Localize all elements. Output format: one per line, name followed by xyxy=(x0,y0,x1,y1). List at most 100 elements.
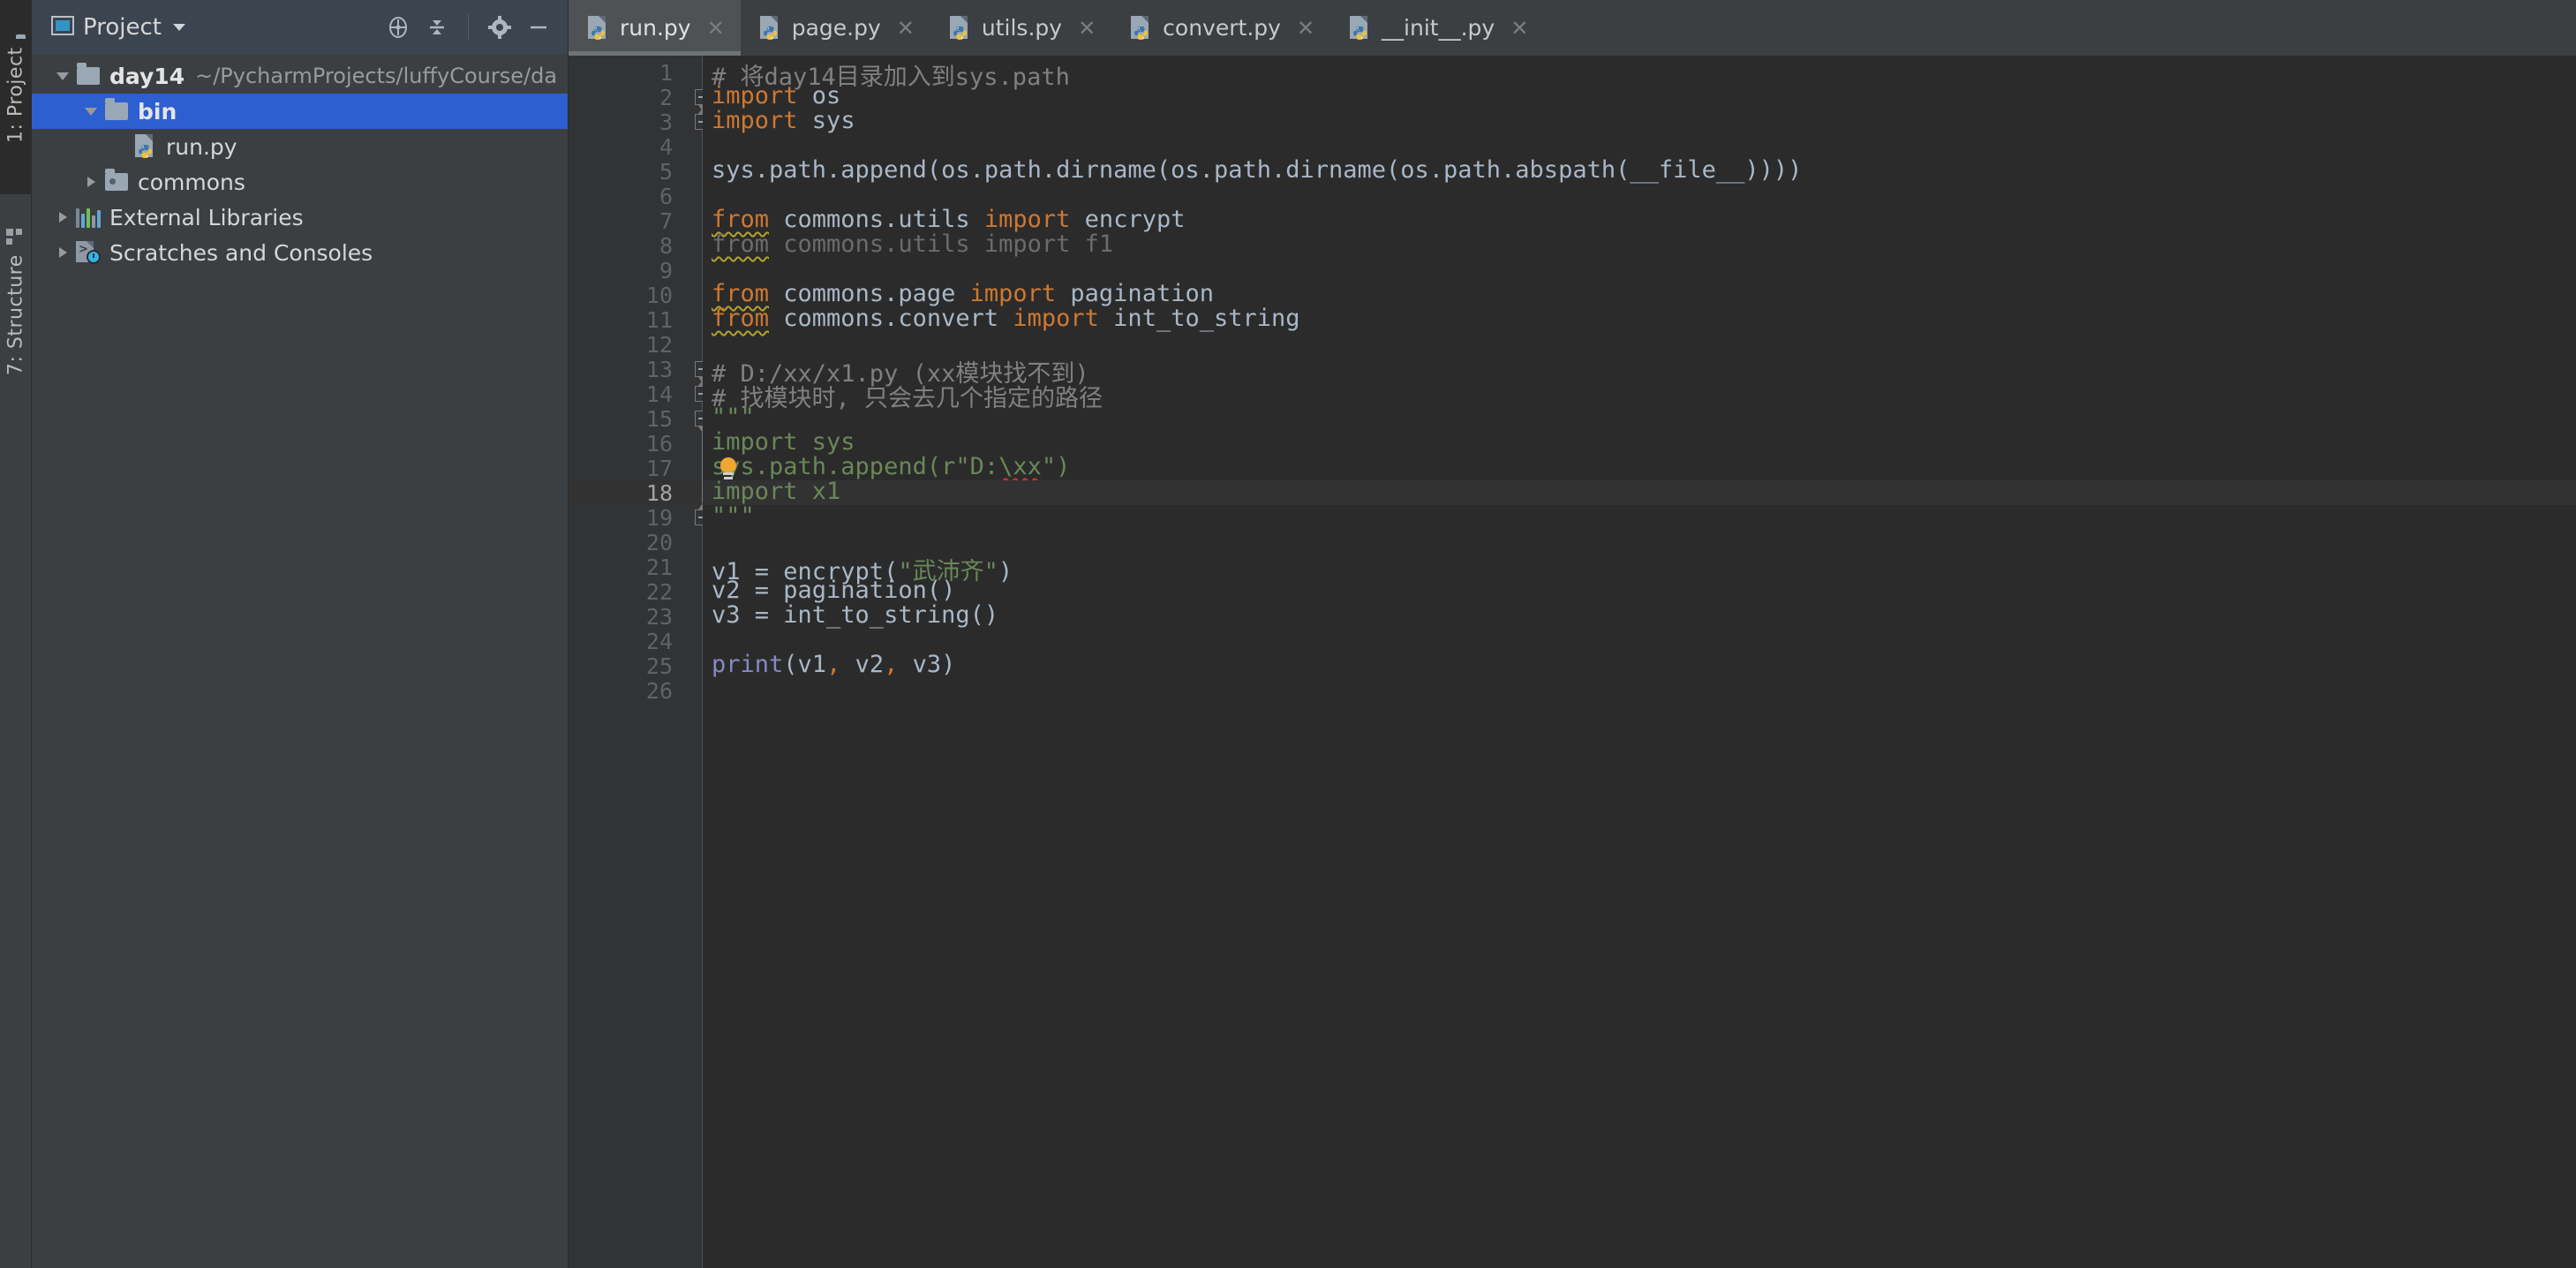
code-line[interactable]: """ xyxy=(703,505,2576,530)
editor-tab-run-py[interactable]: run.py✕ xyxy=(569,0,741,56)
python-file-icon xyxy=(758,16,781,41)
editor-area: run.py✕page.py✕utils.py✕convert.py✕__ini… xyxy=(569,0,2576,1268)
code-line[interactable]: v2 = pagination() xyxy=(703,579,2576,604)
editor-tab-label: utils.py xyxy=(982,15,1062,41)
code-line[interactable] xyxy=(703,134,2576,159)
code-line[interactable]: sys.path.append(r"D:\xx") xyxy=(703,456,2576,480)
locate-icon[interactable] xyxy=(383,12,413,42)
editor-tab-utils-py[interactable]: utils.py ✕ xyxy=(930,0,1111,56)
code-line[interactable]: v1 = encrypt("武沛齐") xyxy=(703,555,2576,579)
code-line[interactable] xyxy=(703,258,2576,283)
tool-window-button-structure-label: 7: Structure xyxy=(5,255,27,376)
project-panel-title: Project xyxy=(83,14,162,41)
line-number: 16 xyxy=(567,431,673,457)
project-tree[interactable]: day14~/PycharmProjects/luffyCourse/da bin… xyxy=(32,55,568,1268)
code-token: int_to_string xyxy=(1099,305,1300,332)
tool-window-button-project[interactable]: 1: Project xyxy=(0,0,32,194)
python-file-icon xyxy=(1348,16,1371,41)
code-token: \xx xyxy=(998,453,1042,480)
libraries-icon xyxy=(74,207,102,228)
code-token: from xyxy=(712,280,769,307)
code-token: """ xyxy=(712,502,755,530)
code-line[interactable] xyxy=(703,332,2576,357)
tree-item-day14[interactable]: day14~/PycharmProjects/luffyCourse/da xyxy=(32,58,568,94)
line-number: 5 xyxy=(567,159,673,185)
code-content[interactable]: # 将day14目录加入到sys.pathimport osimport sys… xyxy=(703,56,2576,1268)
chevron-down-icon[interactable] xyxy=(51,72,74,80)
line-number: 23 xyxy=(567,604,673,630)
line-number: 21 xyxy=(567,555,673,580)
chevron-right-icon[interactable] xyxy=(51,212,74,223)
python-file-icon xyxy=(1129,16,1152,41)
code-token: sys.path.append(os.path.dirname(os.path.… xyxy=(712,156,1802,184)
code-line[interactable]: from commons.convert import int_to_strin… xyxy=(703,307,2576,332)
close-icon[interactable]: ✕ xyxy=(1297,18,1314,39)
tree-item-bin[interactable]: bin xyxy=(32,94,568,129)
tree-item-label: bin xyxy=(138,99,177,125)
code-line[interactable]: from commons.utils import f1 xyxy=(703,233,2576,258)
code-token: commons.page xyxy=(769,280,970,307)
code-token: from xyxy=(712,305,769,332)
header-separator xyxy=(468,14,469,41)
folder-icon xyxy=(74,67,102,85)
tree-item-run-py[interactable]: run.py xyxy=(32,129,568,164)
editor-tab-page-py[interactable]: page.py✕ xyxy=(741,0,930,56)
line-number: 11 xyxy=(567,307,673,333)
close-icon[interactable]: ✕ xyxy=(707,18,725,39)
code-token: sys.path.append(r"D: xyxy=(712,453,998,480)
tree-item-label: Scratches and Consoles xyxy=(109,240,373,266)
code-line[interactable]: # D:/xx/x1.py (xx模块找不到) xyxy=(703,357,2576,381)
tree-item-commons[interactable]: commons xyxy=(32,164,568,200)
code-line[interactable] xyxy=(703,184,2576,208)
code-line[interactable]: from commons.utils import encrypt xyxy=(703,208,2576,233)
code-token: import x1 xyxy=(712,478,840,505)
editor-gutter[interactable]: 1234567891011121314151617181920212223242… xyxy=(569,56,703,1268)
code-line[interactable] xyxy=(703,629,2576,653)
line-number: 24 xyxy=(567,629,673,654)
line-number: 18 xyxy=(567,480,673,506)
code-line[interactable]: """ xyxy=(703,406,2576,431)
line-number: 1 xyxy=(567,60,673,86)
code-line[interactable]: # 将day14目录加入到sys.path xyxy=(703,60,2576,85)
code-token: print xyxy=(712,651,783,678)
line-number: 13 xyxy=(567,357,673,382)
line-number: 22 xyxy=(567,579,673,605)
line-number: 20 xyxy=(567,530,673,555)
scratches-icon: > xyxy=(74,241,102,264)
hide-icon[interactable] xyxy=(523,12,554,42)
chevron-down-icon[interactable] xyxy=(79,108,102,116)
editor-tab-bar[interactable]: run.py✕page.py✕utils.py✕convert.py✕__ini… xyxy=(569,0,2576,56)
code-line[interactable]: import os xyxy=(703,85,2576,109)
chevron-right-icon[interactable] xyxy=(79,177,102,187)
code-line[interactable]: v3 = int_to_string() xyxy=(703,604,2576,629)
editor-tab-init-py[interactable]: __init__.py✕ xyxy=(1330,0,1544,56)
code-line[interactable] xyxy=(703,530,2576,555)
code-line[interactable] xyxy=(703,678,2576,703)
code-line[interactable]: import sys xyxy=(703,109,2576,134)
close-icon[interactable]: ✕ xyxy=(1510,18,1528,39)
tree-item-scratches-and-consoles[interactable]: > Scratches and Consoles xyxy=(32,235,568,270)
gear-icon[interactable] xyxy=(485,12,515,42)
code-token: v2 = pagination() xyxy=(712,577,955,604)
code-token: , xyxy=(826,651,840,678)
code-line[interactable]: print(v1, v2, v3) xyxy=(703,653,2576,678)
chevron-down-icon[interactable] xyxy=(170,19,188,36)
close-icon[interactable]: ✕ xyxy=(897,18,915,39)
close-icon[interactable]: ✕ xyxy=(1078,18,1096,39)
project-view-icon xyxy=(51,15,74,40)
editor-tab-convert-py[interactable]: convert.py✕ xyxy=(1111,0,1330,56)
code-line[interactable]: import x1 xyxy=(703,480,2576,505)
tool-window-button-structure[interactable]: 7: Structure xyxy=(0,200,32,403)
code-token: commons.utils xyxy=(769,206,984,233)
tree-item-label: External Libraries xyxy=(109,205,304,230)
code-line[interactable]: # 找模块时, 只会去几个指定的路径 xyxy=(703,381,2576,406)
code-token: import xyxy=(712,82,798,109)
collapse-all-icon[interactable] xyxy=(422,12,452,42)
code-line[interactable]: from commons.page import pagination xyxy=(703,283,2576,307)
tree-item-external-libraries[interactable]: External Libraries xyxy=(32,200,568,235)
chevron-right-icon[interactable] xyxy=(51,247,74,258)
line-number: 7 xyxy=(567,208,673,234)
code-token: from xyxy=(712,206,769,233)
code-line[interactable]: sys.path.append(os.path.dirname(os.path.… xyxy=(703,159,2576,184)
code-line[interactable]: import sys xyxy=(703,431,2576,456)
